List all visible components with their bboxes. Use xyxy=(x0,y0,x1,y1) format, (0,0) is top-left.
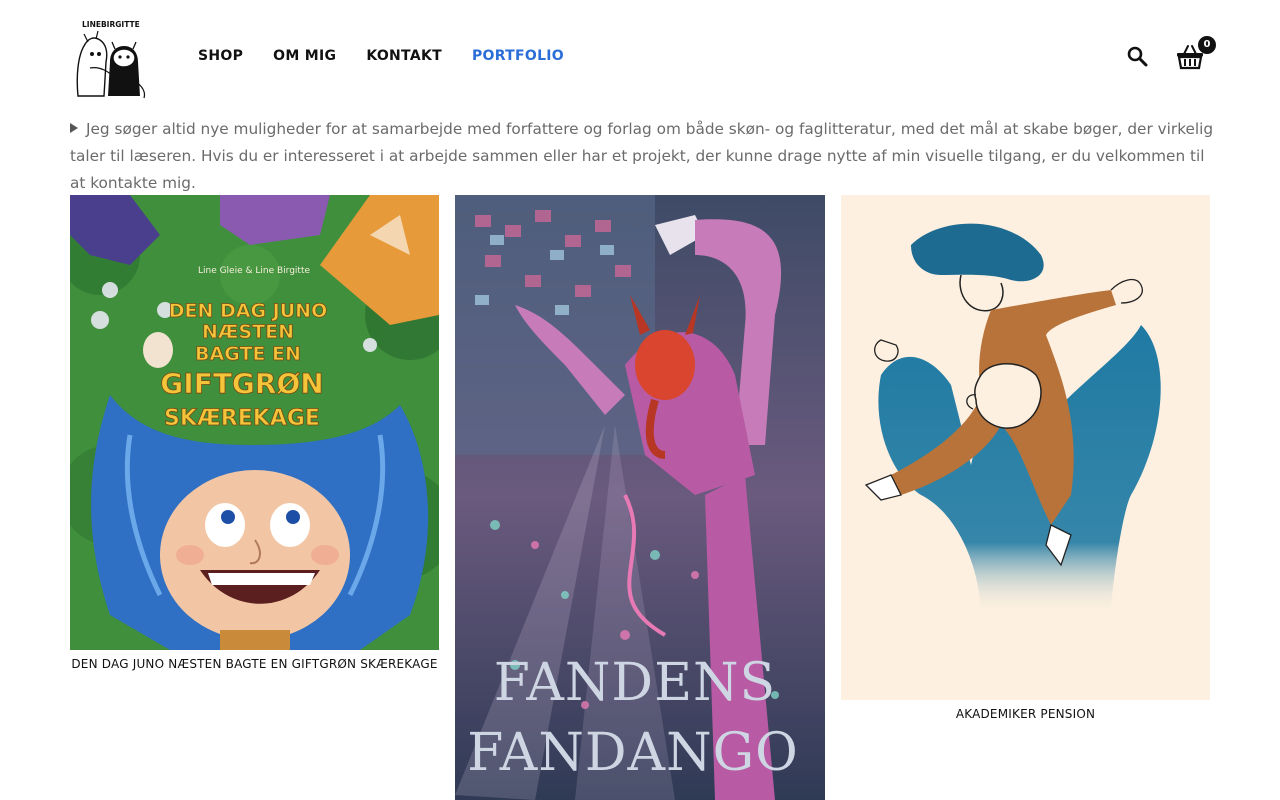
search-icon[interactable] xyxy=(1126,45,1150,69)
svg-text:Line Gleie & Line Birgitte: Line Gleie & Line Birgitte xyxy=(198,266,311,276)
nav-portfolio[interactable]: PORTFOLIO xyxy=(472,48,564,64)
nav-om-mig[interactable]: OM MIG xyxy=(273,48,336,64)
portfolio-caption[interactable]: DEN DAG JUNO NÆSTEN BAGTE EN GIFTGRØN SK… xyxy=(70,657,439,671)
intro-details[interactable]: Jeg søger altid nye muligheder for at sa… xyxy=(70,116,1215,197)
site-header: LINEBIRGITTE SHOP OM MIG KONTAKT PORTFOL… xyxy=(0,0,1280,110)
svg-text:BAGTE EN: BAGTE EN xyxy=(195,343,301,365)
svg-text:NÆSTEN: NÆSTEN xyxy=(202,321,294,343)
book-cover-juno[interactable]: Line Gleie & Line Birgitte DEN DAG JUNO … xyxy=(70,195,439,650)
site-logo[interactable]: LINEBIRGITTE xyxy=(70,16,150,100)
svg-text:FANDANGO: FANDANGO xyxy=(467,723,799,783)
nav-shop[interactable]: SHOP xyxy=(198,48,243,64)
portfolio-caption[interactable]: AKADEMIKER PENSION xyxy=(841,707,1210,721)
disclosure-triangle-icon[interactable] xyxy=(70,123,78,133)
svg-text:FANDENS: FANDENS xyxy=(494,653,776,713)
book-cover-fandens-fandango[interactable]: FANDENS FANDANGO xyxy=(455,195,825,800)
svg-text:LINEBIRGITTE: LINEBIRGITTE xyxy=(82,20,140,29)
intro-text: Jeg søger altid nye muligheder for at sa… xyxy=(70,120,1214,192)
svg-text:GIFTGRØN: GIFTGRØN xyxy=(160,367,323,400)
svg-text:SKÆREKAGE: SKÆREKAGE xyxy=(164,406,320,431)
svg-text:DEN DAG JUNO: DEN DAG JUNO xyxy=(169,300,328,322)
illustration-akademiker-pension[interactable] xyxy=(841,195,1210,700)
cart-count-badge: 0 xyxy=(1198,36,1216,54)
main-nav: SHOP OM MIG KONTAKT PORTFOLIO xyxy=(198,48,594,64)
portfolio-item-akademiker-pension[interactable]: AKADEMIKER PENSION xyxy=(841,195,1210,735)
nav-kontakt[interactable]: KONTAKT xyxy=(366,48,442,64)
logo-illustration: LINEBIRGITTE xyxy=(76,20,146,99)
portfolio-item-juno[interactable]: Line Gleie & Line Birgitte DEN DAG JUNO … xyxy=(70,195,439,675)
portfolio-item-fandens-fandango[interactable]: FANDENS FANDANGO xyxy=(455,195,825,800)
